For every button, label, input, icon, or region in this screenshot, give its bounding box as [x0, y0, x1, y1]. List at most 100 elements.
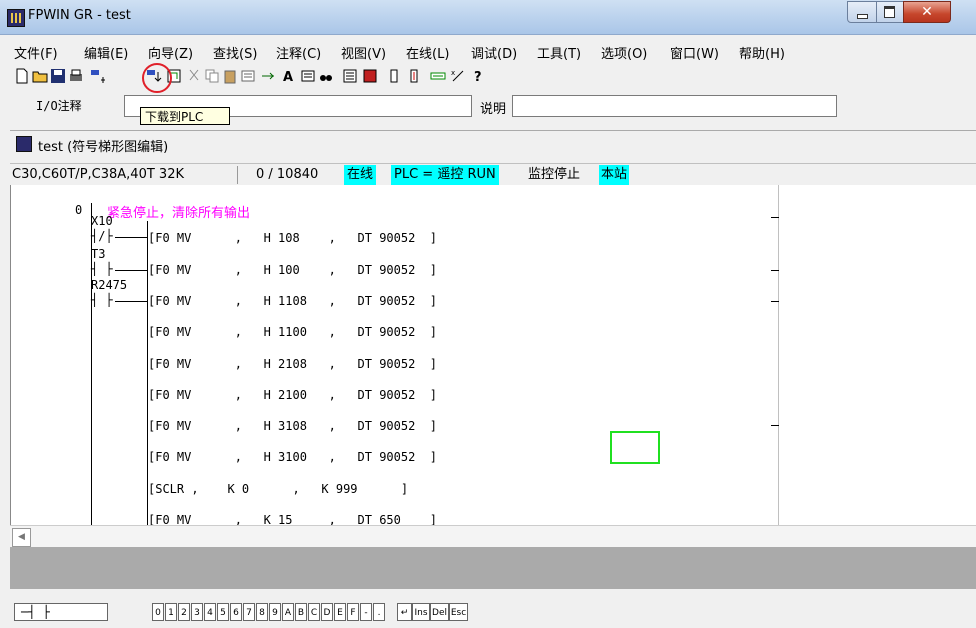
- menu-online[interactable]: 在线(L): [406, 43, 449, 62]
- key-a[interactable]: A: [282, 603, 294, 621]
- maximize-button[interactable]: [876, 1, 904, 23]
- percent-icon[interactable]: x: [450, 68, 466, 84]
- wire: [115, 237, 148, 238]
- device-icon[interactable]: [386, 68, 402, 84]
- status-divider: [237, 166, 238, 184]
- open-folder-icon[interactable]: [32, 68, 48, 84]
- key-e[interactable]: E: [334, 603, 346, 621]
- online-indicator: 在线: [344, 165, 377, 185]
- instruction-5[interactable]: [F0 MV , H 2108 , DT 90052 ]: [148, 357, 437, 371]
- key-minus[interactable]: -: [360, 603, 372, 621]
- print-icon[interactable]: [68, 68, 84, 84]
- key-9[interactable]: 9: [269, 603, 281, 621]
- key-0[interactable]: 0: [152, 603, 164, 621]
- menu-options[interactable]: 选项(O): [601, 43, 647, 62]
- help-icon[interactable]: ?: [470, 68, 486, 84]
- menu-view[interactable]: 视图(V): [341, 43, 386, 62]
- menu-bar: 文件(F) 编辑(E) 向导(Z) 查找(S) 注释(C) 视图(V) 在线(L…: [0, 43, 976, 63]
- key-2[interactable]: 2: [178, 603, 190, 621]
- nc-contact-x10[interactable]: ┤/├: [91, 229, 113, 243]
- plc-mode-indicator: PLC = 遥控 RUN: [391, 165, 499, 185]
- minimize-button[interactable]: [847, 1, 877, 23]
- edit-cursor[interactable]: [610, 431, 660, 464]
- description-label: 说明: [480, 102, 507, 117]
- list-icon[interactable]: [300, 68, 316, 84]
- ladder-editor[interactable]: 0 紧急停止，清除所有输出 X10 ┤/├ T3 ┤ ├ R2475 ┤ ├ […: [10, 185, 976, 525]
- key-d[interactable]: D: [321, 603, 333, 621]
- key-3[interactable]: 3: [191, 603, 203, 621]
- new-file-icon[interactable]: [14, 68, 30, 84]
- io-comment-label: I/O注释: [36, 99, 82, 113]
- wire: [115, 270, 148, 271]
- contact-label-t3: T3: [91, 247, 106, 261]
- close-icon: ✕: [921, 4, 933, 20]
- keypad-spacer: [385, 603, 397, 621]
- key-5[interactable]: 5: [217, 603, 229, 621]
- key-b[interactable]: B: [295, 603, 307, 621]
- block-icon[interactable]: [240, 68, 256, 84]
- no-contact-t3[interactable]: ┤ ├: [91, 262, 113, 276]
- menu-comment[interactable]: 注释(C): [276, 43, 321, 62]
- key-6[interactable]: 6: [230, 603, 242, 621]
- tooltip: 下载到PLC: [140, 107, 230, 125]
- right-margin-line: [778, 185, 779, 525]
- menu-window[interactable]: 窗口(W): [670, 43, 719, 62]
- key-dot[interactable]: .: [373, 603, 385, 621]
- instruction-10[interactable]: [F0 MV , K 15 , DT 650 ]: [148, 513, 437, 525]
- step-count: 0 / 10840: [256, 167, 319, 182]
- instruction-8[interactable]: [F0 MV , H 3100 , DT 90052 ]: [148, 450, 437, 464]
- rail-tick: [771, 425, 779, 426]
- menu-help[interactable]: 帮助(H): [739, 43, 785, 62]
- svg-text:x: x: [451, 69, 455, 77]
- key-1[interactable]: 1: [165, 603, 177, 621]
- key-f[interactable]: F: [347, 603, 359, 621]
- wire: [115, 301, 148, 302]
- save-icon[interactable]: [50, 68, 66, 84]
- svg-text:?: ?: [474, 70, 482, 84]
- key-esc[interactable]: Esc: [449, 603, 468, 621]
- description-input[interactable]: [512, 95, 837, 117]
- instruction-4[interactable]: [F0 MV , H 1100 , DT 90052 ]: [148, 325, 437, 339]
- key-8[interactable]: 8: [256, 603, 268, 621]
- key-c[interactable]: C: [308, 603, 320, 621]
- key-del[interactable]: Del: [430, 603, 449, 621]
- monitor-icon[interactable]: [342, 68, 358, 84]
- toolbar: A x ?: [14, 64, 614, 90]
- instruction-9[interactable]: [SCLR , K 0 , K 999 ]: [148, 482, 408, 496]
- upload-from-plc-icon[interactable]: [90, 68, 106, 84]
- instruction-7[interactable]: [F0 MV , H 3108 , DT 90052 ]: [148, 419, 437, 433]
- key-7[interactable]: 7: [243, 603, 255, 621]
- output-pane: [10, 547, 976, 589]
- key-4[interactable]: 4: [204, 603, 216, 621]
- rail-tick: [771, 217, 779, 218]
- text-icon[interactable]: A: [280, 68, 296, 84]
- force-icon[interactable]: [406, 68, 422, 84]
- no-contact-r2475[interactable]: ┤ ├: [91, 293, 113, 307]
- menu-tools[interactable]: 工具(T): [537, 43, 581, 62]
- copy-icon[interactable]: [204, 68, 220, 84]
- menu-find[interactable]: 查找(S): [213, 43, 257, 62]
- run-mode-icon[interactable]: [430, 68, 446, 84]
- horizontal-scrollbar[interactable]: ◀: [10, 525, 976, 549]
- menu-wizard[interactable]: 向导(Z): [148, 43, 193, 62]
- move-icon[interactable]: [260, 68, 276, 84]
- scroll-left-icon[interactable]: ◀: [12, 528, 31, 547]
- instruction-1[interactable]: [F0 MV , H 108 , DT 90052 ]: [148, 231, 437, 245]
- rail-tick: [771, 301, 779, 302]
- enter-key-icon[interactable]: ↵: [397, 603, 412, 621]
- monitor-status: 监控停止: [528, 167, 581, 182]
- instruction-2[interactable]: [F0 MV , H 100 , DT 90052 ]: [148, 263, 437, 277]
- cut-icon[interactable]: [186, 68, 202, 84]
- menu-file[interactable]: 文件(F): [14, 43, 58, 62]
- menu-debug[interactable]: 调试(D): [471, 43, 517, 62]
- paste-icon[interactable]: [222, 68, 238, 84]
- instruction-6[interactable]: [F0 MV , H 2100 , DT 90052 ]: [148, 388, 437, 402]
- bottom-panel: [0, 547, 976, 628]
- key-ins[interactable]: Ins: [412, 603, 430, 621]
- contact-input-field[interactable]: ─┤ ├: [14, 603, 108, 621]
- menu-edit[interactable]: 编辑(E): [84, 43, 128, 62]
- instruction-3[interactable]: [F0 MV , H 1108 , DT 90052 ]: [148, 294, 437, 308]
- find-icon[interactable]: [318, 68, 334, 84]
- close-button[interactable]: ✕: [903, 1, 951, 23]
- data-monitor-icon[interactable]: [362, 68, 378, 84]
